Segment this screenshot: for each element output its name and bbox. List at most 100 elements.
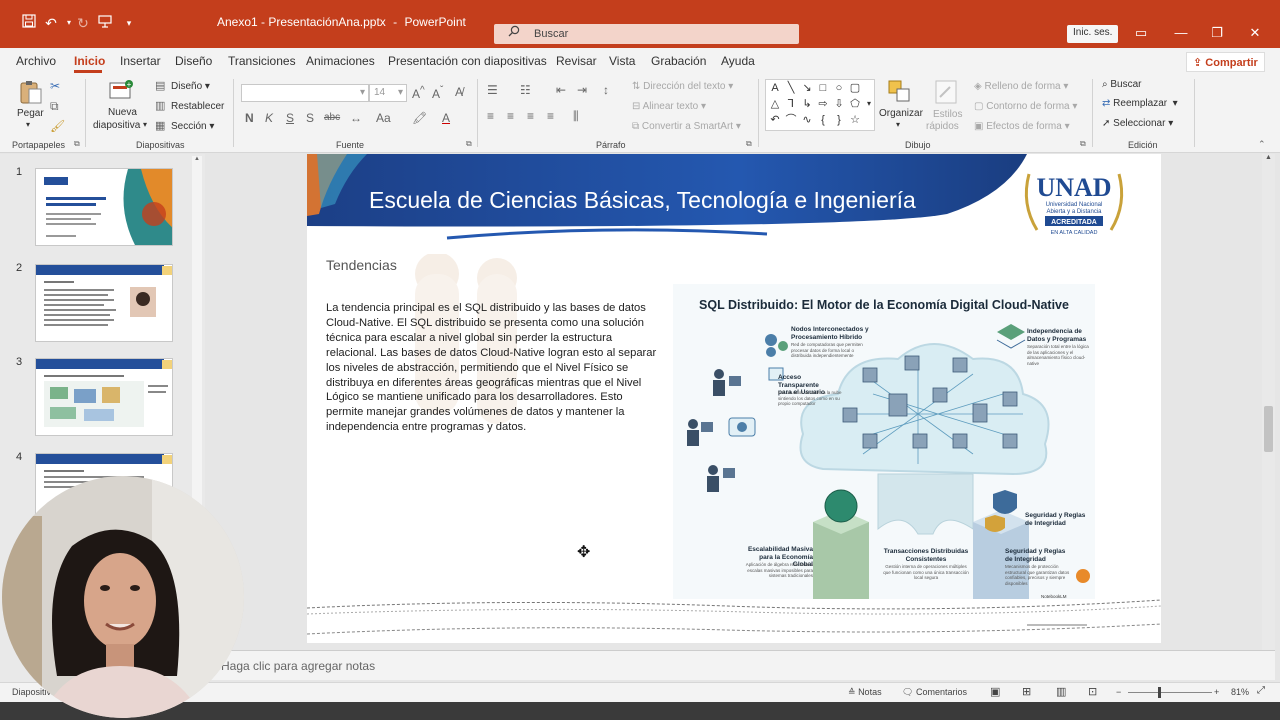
scroll-thumb[interactable] [1264, 406, 1273, 452]
layout-icon[interactable]: ▤ [155, 79, 165, 92]
select-button[interactable]: ➚ Seleccionar ▾ [1102, 118, 1173, 129]
tab-vista[interactable]: Vista [609, 54, 635, 68]
italic-button[interactable]: K [265, 111, 273, 125]
textbox-shape-icon[interactable]: A [768, 82, 782, 94]
triangle-shape-icon[interactable]: △ [768, 98, 782, 110]
notes-placeholder[interactable]: Haga clic para agregar notas [221, 659, 375, 673]
notes-toggle[interactable]: ≙ Notas [848, 687, 882, 698]
format-painter-icon[interactable]: 🖌 [50, 119, 65, 133]
notes-pane[interactable]: Haga clic para agregar notas [205, 650, 1275, 680]
slide-thumbnail-1[interactable] [35, 168, 173, 246]
slide-thumbnail-2[interactable] [35, 264, 173, 342]
collapse-ribbon-icon[interactable]: ⌃ [1258, 139, 1266, 150]
close-icon[interactable]: ✕ [1240, 22, 1270, 44]
paste-button[interactable]: Pegar [17, 108, 44, 119]
zoom-slider-thumb[interactable] [1158, 687, 1161, 698]
convert-smartart-button[interactable]: ⧉ Convertir a SmartArt ▾ [632, 121, 741, 132]
right-arrow-shape-icon[interactable]: ⇨ [816, 98, 830, 110]
bold-button[interactable]: N [245, 111, 254, 125]
justify-icon[interactable]: ≡ [547, 109, 554, 123]
tab-grabacion[interactable]: Grabación [651, 54, 706, 68]
slide-thumbnail-3[interactable] [35, 358, 173, 436]
change-case-icon[interactable]: Aa [376, 111, 391, 125]
undo-icon[interactable]: ↶ [42, 14, 60, 32]
align-right-icon[interactable]: ≡ [527, 109, 534, 123]
tab-transiciones[interactable]: Transiciones [228, 54, 296, 68]
slide-sorter-icon[interactable]: ⊞ [1022, 685, 1031, 698]
shape-fill-button[interactable]: ◈ Relleno de forma ▾ [974, 81, 1068, 92]
star-shape-icon[interactable]: ☆ [848, 114, 862, 126]
tab-archivo[interactable]: Archivo [16, 54, 56, 68]
save-icon[interactable] [20, 14, 38, 32]
rectangle-shape-icon[interactable]: □ [816, 82, 830, 94]
reset-button[interactable]: Restablecer [171, 101, 224, 112]
paste-icon[interactable] [18, 79, 44, 105]
sign-in-button[interactable]: Inic. ses. [1067, 25, 1119, 43]
search-box[interactable]: Buscar [494, 24, 799, 44]
zoom-in-icon[interactable]: + [1214, 687, 1219, 697]
columns-icon[interactable]: ⫼ [573, 109, 579, 124]
new-slide-label-1[interactable]: Nueva [108, 107, 137, 118]
copy-icon[interactable]: ⧉ [50, 99, 59, 114]
ribbon-display-options-icon[interactable]: ▭ [1126, 22, 1156, 44]
tab-animaciones[interactable]: Animaciones [306, 54, 375, 68]
elbow-connector-icon[interactable]: ⅂ [784, 98, 798, 110]
cut-icon[interactable]: ✂ [50, 79, 60, 93]
gallery-more-icon[interactable]: ▾ [862, 98, 876, 110]
elbow-arrow-icon[interactable]: ↳ [800, 98, 814, 110]
slide-scrollbar[interactable]: ▲ ▼ [1262, 154, 1275, 674]
quick-styles-icon[interactable] [934, 79, 960, 105]
slideshow-icon[interactable]: ⊡ [1088, 685, 1097, 698]
share-button[interactable]: ⇪ Compartir [1186, 52, 1265, 72]
fit-to-window-icon[interactable]: ⤢ [1257, 685, 1265, 696]
tab-diseno[interactable]: Diseño [175, 54, 212, 68]
arrange-dropdown-icon[interactable]: ▾ [896, 120, 900, 129]
zoom-out-icon[interactable]: − [1116, 687, 1121, 697]
increase-font-size-icon[interactable]: A^ [412, 85, 425, 101]
restore-icon[interactable]: ❐ [1202, 22, 1232, 44]
align-left-icon[interactable]: ≡ [487, 109, 494, 123]
rounded-rect-shape-icon[interactable]: ▢ [848, 82, 862, 94]
font-family-select[interactable]: ▾ [241, 84, 369, 102]
curve-shape-icon[interactable]: ↶ [768, 114, 782, 126]
tab-insertar[interactable]: Insertar [120, 54, 161, 68]
arc-shape-icon[interactable]: ⌒ [784, 114, 798, 126]
present-from-start-icon[interactable] [96, 14, 114, 32]
customize-qat-icon[interactable]: ▾ [120, 14, 138, 32]
align-center-icon[interactable]: ≡ [507, 109, 514, 123]
tab-inicio[interactable]: Inicio [74, 54, 105, 68]
decrease-indent-icon[interactable]: ⇤ [556, 83, 566, 97]
slide-title[interactable]: Escuela de Ciencias Básicas, Tecnología … [369, 187, 916, 214]
text-direction-button[interactable]: ⇅ Dirección del texto ▾ [632, 81, 733, 92]
freeform-shape-icon[interactable]: ∿ [800, 114, 814, 126]
drawing-launcher-icon[interactable]: ⧉ [1080, 139, 1086, 149]
arrange-icon[interactable] [887, 79, 913, 105]
font-size-select[interactable]: 14 ▾ [369, 84, 407, 102]
paste-dropdown-icon[interactable]: ▾ [26, 120, 30, 129]
tab-ayuda[interactable]: Ayuda [721, 54, 755, 68]
new-slide-label-2[interactable]: diapositiva [93, 120, 140, 131]
decrease-font-size-icon[interactable]: Aˇ [432, 85, 443, 101]
shape-outline-button[interactable]: ▢ Contorno de forma ▾ [974, 101, 1077, 112]
shapes-gallery[interactable]: A ╲ ↘ □ ○ ▢ △ ⅂ ↳ ⇨ ⇩ ⬠ ↶ ⌒ ∿ { } ☆ ▾ [765, 79, 875, 131]
shape-effects-button[interactable]: ▣ Efectos de forma ▾ [974, 121, 1070, 132]
infographic-image[interactable]: SQL Distribuido: El Motor de la Economía… [673, 284, 1095, 599]
tab-revisar[interactable]: Revisar [556, 54, 597, 68]
new-slide-icon[interactable]: + [108, 78, 134, 104]
section-button[interactable]: Sección ▾ [171, 121, 214, 132]
scroll-up-icon[interactable]: ▲ [192, 156, 202, 164]
underline-button[interactable]: S [286, 111, 294, 125]
font-launcher-icon[interactable]: ⧉ [466, 139, 472, 149]
tab-presentacion[interactable]: Presentación con diapositivas [388, 54, 547, 68]
font-color-icon[interactable]: A [442, 111, 450, 125]
paragraph-launcher-icon[interactable]: ⧉ [746, 139, 752, 149]
slide-body-text[interactable]: La tendencia principal es el SQL distrib… [326, 301, 660, 435]
clear-formatting-icon[interactable]: A̸ [455, 85, 463, 99]
zoom-slider[interactable] [1128, 692, 1212, 693]
layout-button[interactable]: Diseño ▾ [171, 81, 210, 92]
increase-indent-icon[interactable]: ⇥ [577, 83, 587, 97]
comments-toggle[interactable]: 🗨 Comentarios [902, 687, 967, 698]
strikethrough-button[interactable]: abc [324, 112, 340, 123]
line-shape-icon[interactable]: ╲ [784, 82, 798, 94]
highlight-icon[interactable]: 🖍 [412, 111, 427, 125]
